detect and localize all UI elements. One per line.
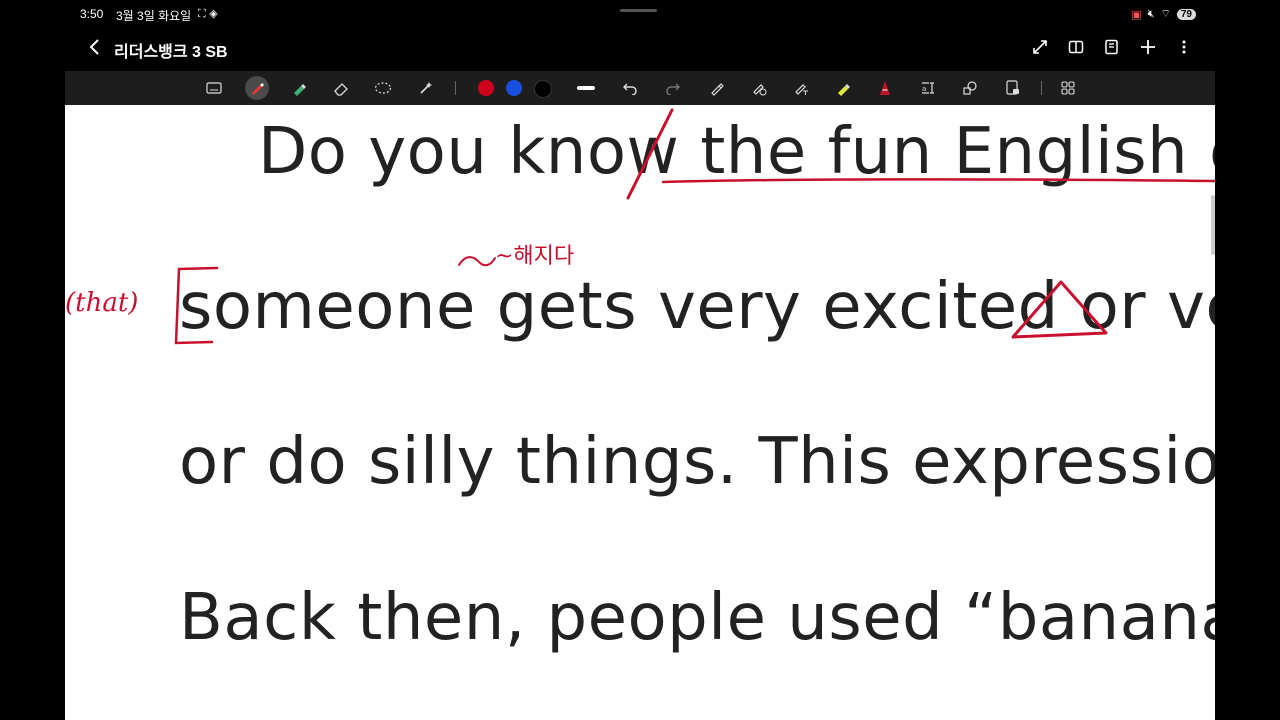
color-swatch-red[interactable] bbox=[478, 80, 494, 96]
annotation-that: (that) bbox=[65, 288, 139, 318]
pen-timer-icon[interactable] bbox=[747, 76, 771, 100]
redo-icon[interactable] bbox=[661, 76, 685, 100]
wifi-icon: ⌔ bbox=[1160, 7, 1171, 20]
text-box-icon[interactable]: a bbox=[916, 76, 940, 100]
text-line-4: Back then, people used “banana bbox=[179, 581, 1215, 655]
toolbar-divider bbox=[455, 81, 456, 95]
lock-page-icon[interactable] bbox=[1001, 76, 1025, 100]
pen-settings-icon[interactable] bbox=[705, 76, 729, 100]
add-icon[interactable] bbox=[1138, 35, 1158, 59]
mute-icon: 🔇︎ bbox=[1147, 7, 1155, 20]
book-view-icon[interactable] bbox=[1066, 35, 1086, 59]
pen-text-icon[interactable] bbox=[789, 76, 813, 100]
eraser-icon[interactable] bbox=[329, 76, 353, 100]
magic-icon[interactable] bbox=[414, 76, 438, 100]
shapes-icon[interactable] bbox=[958, 76, 982, 100]
drawing-toolbar: a bbox=[65, 71, 1215, 105]
color-swatch-blue[interactable] bbox=[506, 80, 522, 96]
title-bar: 리더스뱅크 3 SB bbox=[0, 30, 1280, 68]
stroke-width-icon[interactable] bbox=[574, 76, 598, 100]
more-tools-icon[interactable] bbox=[1056, 76, 1080, 100]
status-time: 3:50 bbox=[80, 7, 104, 21]
battery-badge: 79 bbox=[1176, 8, 1196, 20]
highlighter-icon[interactable] bbox=[287, 76, 311, 100]
red-marker-icon[interactable] bbox=[873, 76, 897, 100]
annotation-korean: ~해지다 bbox=[495, 244, 575, 269]
page-scroll-indicator[interactable] bbox=[1211, 195, 1215, 255]
more-options-icon[interactable] bbox=[1174, 35, 1194, 59]
undo-icon[interactable] bbox=[618, 76, 642, 100]
status-date: 3월 3일 화요일 bbox=[116, 9, 192, 23]
back-icon[interactable] bbox=[86, 36, 104, 58]
status-bar: 3:50 3월 3일 화요일 ⛶ ◈ ▣ 🔇︎ ⌔ 79 bbox=[0, 0, 1280, 30]
yellow-highlighter-icon[interactable] bbox=[831, 76, 855, 100]
color-swatch-black[interactable] bbox=[534, 80, 552, 98]
screen-record-icon: ⛶ ◈ bbox=[198, 7, 218, 20]
lasso-icon[interactable] bbox=[371, 76, 395, 100]
text-line-1: Do you know the fun English exp bbox=[258, 115, 1215, 189]
svg-text:a: a bbox=[922, 85, 926, 93]
multitask-handle[interactable] bbox=[620, 9, 657, 12]
text-line-3: or do silly things. This expression bbox=[179, 425, 1215, 499]
document-title: 리더스뱅크 3 SB bbox=[114, 44, 228, 61]
toolbar-divider-2 bbox=[1041, 81, 1042, 95]
note-canvas[interactable]: Do you know the fun English exp someone … bbox=[65, 105, 1215, 720]
status-icons: ▣ 🔇︎ ⌔ 79 bbox=[1131, 7, 1196, 21]
text-line-2: someone gets very excited or ver bbox=[179, 270, 1215, 344]
page-settings-icon[interactable] bbox=[1102, 35, 1122, 59]
fullscreen-icon[interactable] bbox=[1030, 35, 1050, 59]
title-actions bbox=[1030, 35, 1194, 59]
cast-icon: ▣ bbox=[1131, 7, 1142, 21]
keyboard-icon[interactable] bbox=[202, 76, 226, 100]
pen-icon[interactable] bbox=[245, 76, 269, 100]
